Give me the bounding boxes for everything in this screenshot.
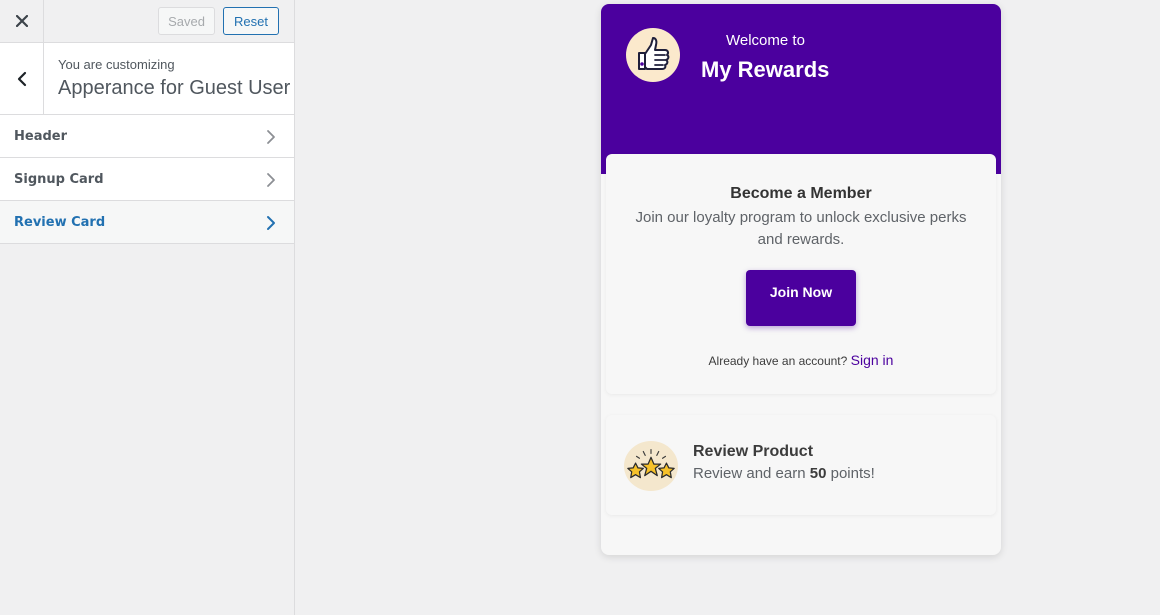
review-card: Review Product Review and earn 50 points… bbox=[606, 415, 996, 515]
customizing-label: You are customizing bbox=[58, 57, 175, 72]
review-desc-suffix: points! bbox=[830, 465, 875, 482]
close-icon bbox=[15, 15, 28, 27]
close-button[interactable] bbox=[0, 0, 44, 42]
signin-prompt: Already have an account? Sign in bbox=[606, 352, 996, 368]
signup-description: Join our loyalty program to unlock exclu… bbox=[635, 209, 967, 248]
join-now-button[interactable]: Join Now bbox=[746, 270, 856, 326]
stars-icon bbox=[627, 449, 675, 479]
rewards-logo bbox=[626, 28, 680, 82]
menu-item-label: Review Card bbox=[14, 214, 106, 230]
section-heading: You are customizing Apperance for Guest … bbox=[0, 43, 294, 115]
review-description: Review and earn 50 points! bbox=[693, 465, 875, 482]
review-desc-prefix: Review and earn bbox=[693, 465, 806, 482]
chevron-right-icon bbox=[267, 216, 275, 230]
customizer-header: Saved Reset bbox=[0, 0, 294, 43]
menu-item-header[interactable]: Header bbox=[0, 115, 294, 158]
widget-header: Welcome to My Rewards bbox=[601, 4, 1001, 174]
reset-button[interactable]: Reset bbox=[223, 7, 279, 35]
section-title: Apperance for Guest User bbox=[58, 77, 291, 99]
menu-item-review-card[interactable]: Review Card bbox=[0, 201, 294, 244]
menu-item-label: Signup Card bbox=[14, 171, 104, 187]
chevron-right-icon bbox=[267, 130, 275, 144]
signup-card: Become a Member Join our loyalty program… bbox=[606, 154, 996, 394]
menu-item-signup-card[interactable]: Signup Card bbox=[0, 158, 294, 201]
rewards-widget-preview: Welcome to My Rewards Become a Member Jo… bbox=[601, 4, 1001, 555]
account-text: Already have an account? bbox=[708, 354, 848, 368]
review-points: 50 bbox=[809, 465, 827, 482]
signup-title: Become a Member bbox=[730, 185, 872, 202]
back-chevron-icon bbox=[17, 71, 26, 86]
chevron-right-icon bbox=[267, 173, 275, 187]
review-badge bbox=[624, 441, 678, 491]
thumbs-up-icon bbox=[638, 37, 670, 70]
saved-button[interactable]: Saved bbox=[158, 7, 215, 35]
back-button[interactable] bbox=[0, 43, 44, 114]
customizer-panel: Saved Reset You are customizing Apperanc… bbox=[0, 0, 295, 615]
welcome-text: Welcome to bbox=[726, 32, 805, 49]
signin-link[interactable]: Sign in bbox=[851, 352, 894, 368]
review-title: Review Product bbox=[693, 443, 814, 460]
menu-item-label: Header bbox=[14, 128, 68, 144]
rewards-title: My Rewards bbox=[701, 57, 830, 82]
